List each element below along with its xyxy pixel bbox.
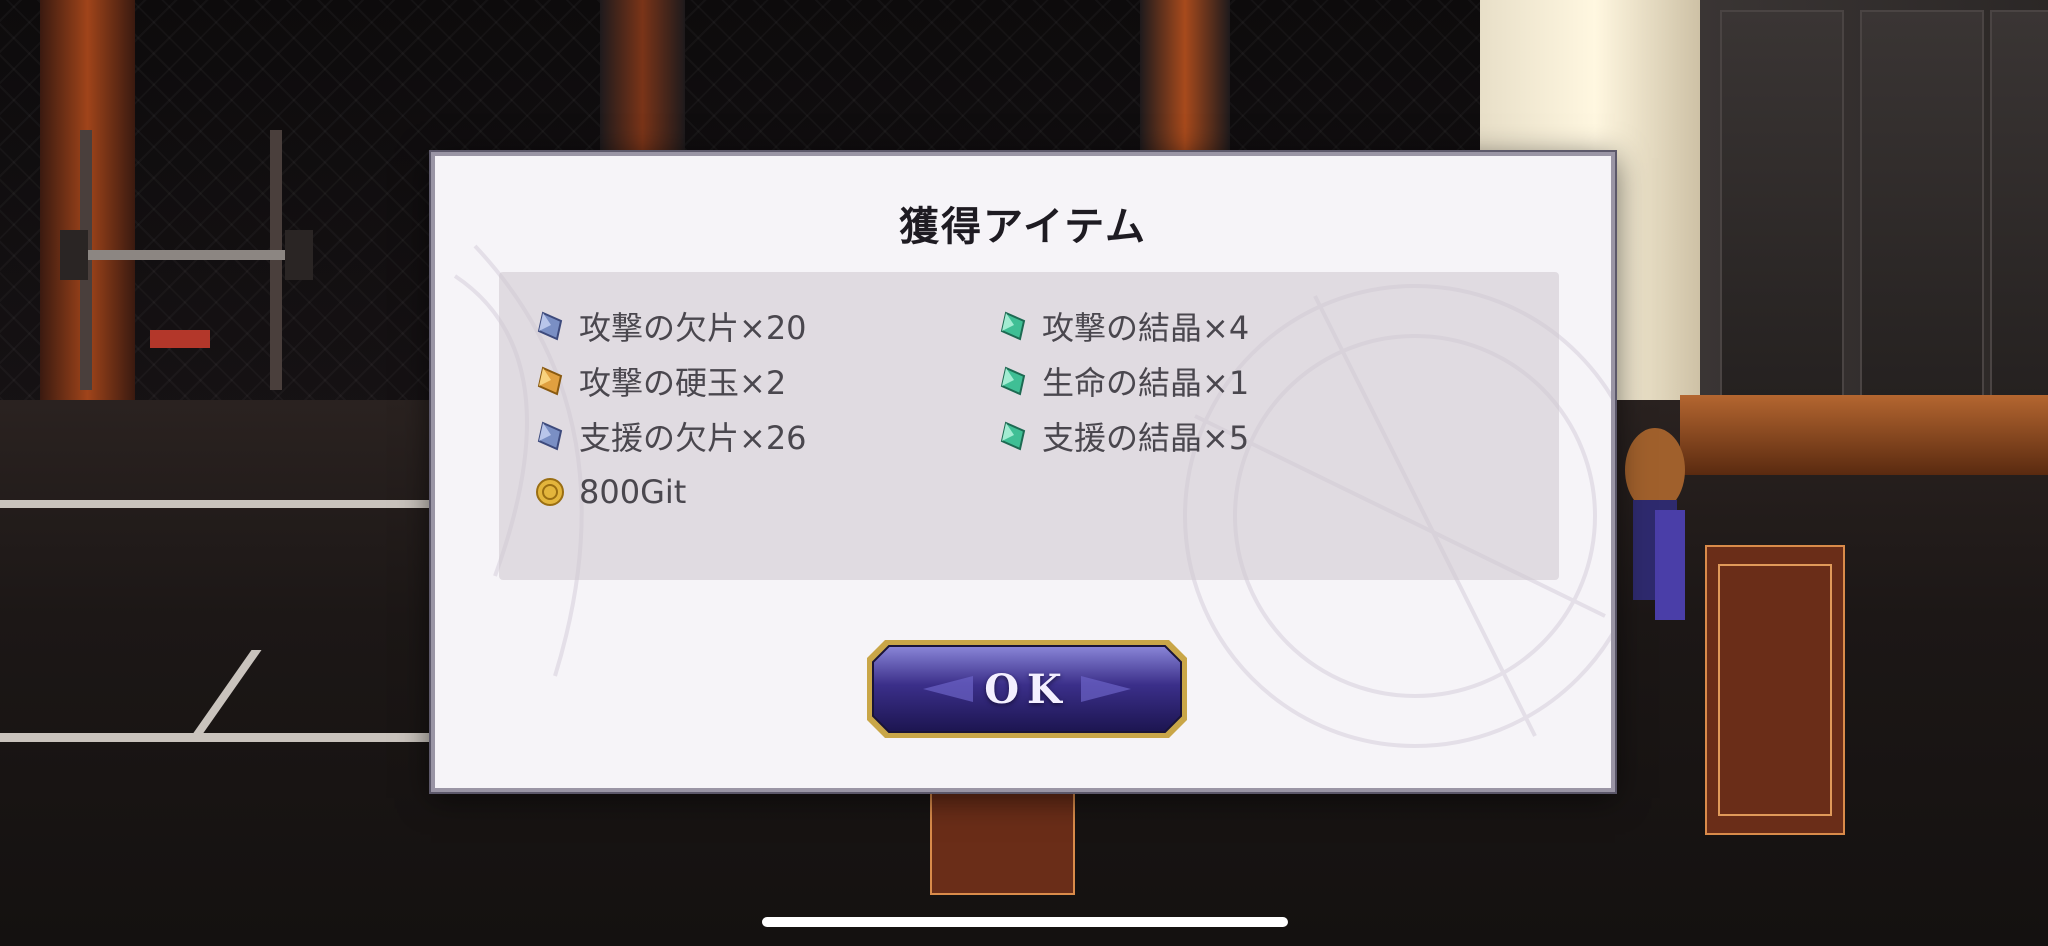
green-crystal-icon	[1000, 421, 1026, 451]
item-label: 攻撃の結晶×4	[1042, 309, 1250, 347]
item-list-panel: 攻撃の欠片×20 攻撃の硬玉×2 支援の欠片×26 800Git 攻撃の結晶×4…	[499, 272, 1559, 580]
item-label: 800Git	[579, 473, 687, 511]
list-item: 生命の結晶×1	[998, 357, 1249, 405]
locker	[1990, 10, 2048, 399]
blue-crystal-icon	[537, 421, 563, 451]
barbell-rack-icon	[60, 130, 313, 390]
list-item: 800Git	[535, 468, 686, 516]
list-item: 支援の欠片×26	[535, 412, 807, 460]
list-item: 支援の結晶×5	[998, 412, 1249, 460]
locker	[1860, 10, 1984, 399]
blue-crystal-icon	[537, 311, 563, 341]
character-sprite-icon	[1625, 428, 1685, 620]
dialog-title: 獲得アイテム	[899, 203, 1147, 250]
floor-marking	[0, 733, 430, 742]
locker	[1720, 10, 1844, 399]
locker-bank	[1700, 0, 2048, 400]
home-indicator-bar[interactable]	[762, 917, 1288, 927]
list-item: 攻撃の結晶×4	[998, 302, 1249, 350]
green-crystal-icon	[1000, 311, 1026, 341]
item-label: 攻撃の欠片×20	[579, 309, 807, 347]
ok-button[interactable]: OK	[863, 636, 1191, 742]
item-label: 支援の結晶×5	[1042, 419, 1250, 457]
green-crystal-icon	[1000, 366, 1026, 396]
ok-button-label: OK	[984, 665, 1070, 713]
signboard-icon	[1705, 545, 1845, 835]
item-label: 生命の結晶×1	[1042, 364, 1250, 402]
signboard-icon	[930, 790, 1075, 895]
item-label: 支援の欠片×26	[579, 419, 807, 457]
list-item: 攻撃の欠片×20	[535, 302, 807, 350]
orange-crystal-icon	[537, 366, 563, 396]
reward-dialog: 獲得アイテム 攻撃の欠片×20 攻撃の硬玉×2 支援の欠片×26 800Git …	[431, 152, 1615, 792]
list-item: 攻撃の硬玉×2	[535, 357, 786, 405]
floor-marking	[0, 500, 430, 508]
item-label: 攻撃の硬玉×2	[579, 364, 787, 402]
gold-coin-icon	[536, 478, 564, 506]
orange-platform	[1680, 395, 2048, 475]
